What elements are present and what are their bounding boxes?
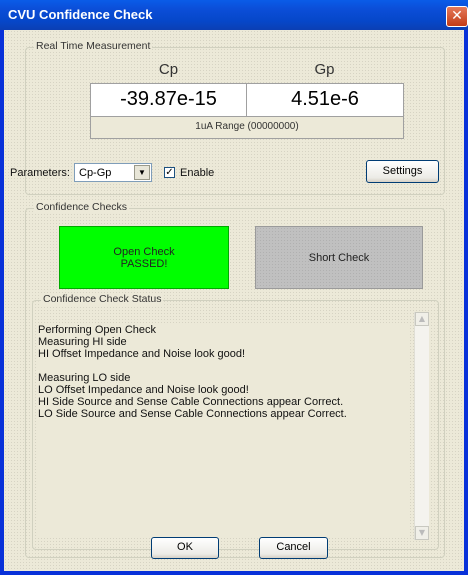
status-text-area[interactable]: Performing Open Check Measuring HI side HI…	[38, 324, 408, 538]
title-bar[interactable]: CVU Confidence Check	[0, 0, 468, 30]
window-border-bottom	[0, 571, 468, 575]
gp-header: Gp	[314, 61, 335, 78]
realtime-legend: Real Time Measurement	[34, 40, 153, 52]
window-border-right	[464, 30, 468, 575]
parameters-label: Parameters:	[10, 167, 70, 179]
range-box: 1uA Range (00000000)	[90, 116, 404, 139]
chevron-down-icon[interactable]: ▼	[134, 165, 150, 180]
parameters-selected-value: Cp-Gp	[79, 167, 112, 179]
cancel-button[interactable]: Cancel	[259, 537, 328, 559]
window-title: CVU Confidence Check	[8, 7, 153, 22]
status-line: HI Offset Impedance and Noise look good!	[38, 348, 246, 360]
gp-value: 4.51e-6	[291, 88, 359, 110]
scroll-down-icon[interactable]: ▼	[415, 526, 429, 540]
dialog-client-area: Real Time Measurement Cp Gp -39.87e-15 4…	[4, 30, 464, 571]
enable-label: Enable	[180, 167, 215, 179]
status-line: LO Side Source and Sense Cable Connectio…	[38, 408, 347, 420]
settings-button[interactable]: Settings	[366, 160, 439, 183]
enable-checkbox[interactable]: ✓	[164, 167, 175, 178]
parameters-select[interactable]: Cp-Gp ▼	[74, 163, 152, 182]
short-check-button[interactable]: Short Check	[255, 226, 423, 289]
status-legend: Confidence Check Status	[41, 293, 164, 305]
confidence-legend: Confidence Checks	[34, 201, 130, 213]
cp-value-box: -39.87e-15	[90, 83, 247, 117]
status-line: LO Offset Impedance and Noise look good!	[38, 384, 249, 396]
status-line	[38, 360, 408, 372]
cp-value: -39.87e-15	[120, 88, 217, 110]
close-button[interactable]: ✕	[446, 6, 468, 27]
status-scrollbar[interactable]: ▲ ▼	[414, 312, 429, 540]
status-line: HI Side Source and Sense Cable Connectio…	[38, 396, 344, 408]
open-check-status: PASSED!	[120, 257, 168, 270]
status-line: Measuring LO side	[38, 372, 131, 384]
close-icon: ✕	[451, 8, 463, 24]
gp-value-box: 4.51e-6	[246, 83, 404, 117]
status-line: Performing Open Check	[38, 324, 156, 336]
open-check-button[interactable]: Open Check PASSED!	[59, 226, 229, 289]
status-lines: Performing Open Check Measuring HI side HI…	[38, 324, 408, 420]
range-label: 1uA Range (00000000)	[195, 121, 299, 132]
scroll-up-icon[interactable]: ▲	[415, 312, 429, 326]
short-check-label: Short Check	[308, 251, 370, 264]
cp-header: Cp	[158, 61, 179, 78]
dialog-window: CVU Confidence Check ✕ Real Time Measure…	[0, 0, 468, 575]
open-check-label: Open Check	[113, 245, 175, 258]
status-line: Measuring HI side	[38, 336, 127, 348]
ok-button[interactable]: OK	[151, 537, 219, 559]
